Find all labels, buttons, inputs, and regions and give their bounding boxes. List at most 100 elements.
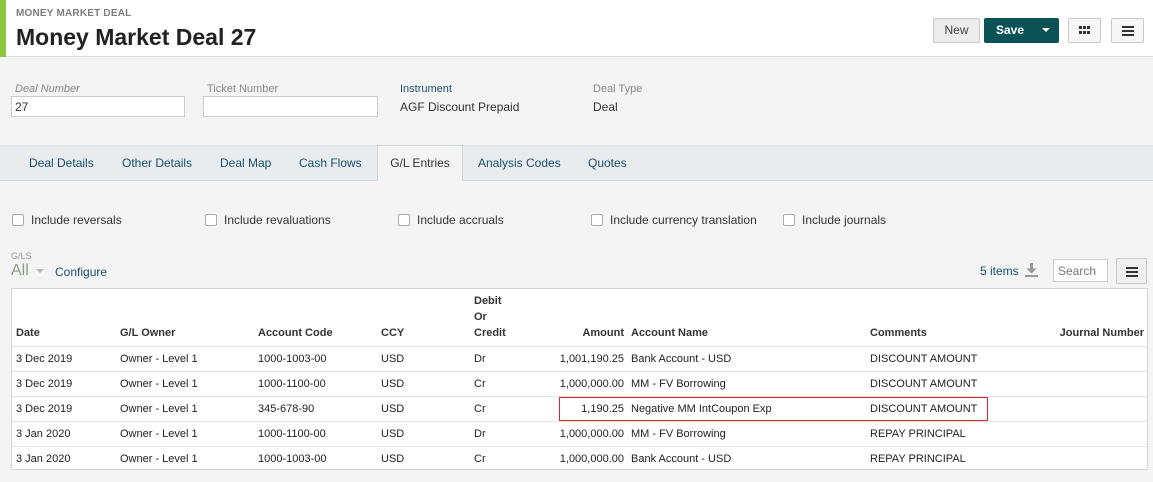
column-header-line: Credit (474, 327, 506, 339)
cell-amount: 1,000,000.00 (559, 453, 624, 465)
cell-account-name: Bank Account - USD (631, 353, 732, 365)
cell-ccy: USD (381, 353, 405, 365)
checkbox-label: Include currency translation (610, 213, 757, 227)
ticket-number-field[interactable] (203, 96, 378, 117)
hamburger-menu-icon (1122, 26, 1134, 36)
checkbox-box[interactable] (205, 214, 217, 226)
save-dropdown-caret-icon[interactable] (1042, 28, 1050, 32)
cell-amount: 1,000,000.00 (559, 428, 624, 440)
ticket-number-label: Ticket Number (207, 83, 279, 95)
gl-entries-table: Date G/L Owner Account Code CCY Debit Or… (11, 288, 1148, 470)
cell-gl-owner: Owner - Level 1 (120, 378, 198, 390)
grid-icon (1079, 26, 1090, 35)
cell-amount: 1,001,190.25 (559, 353, 624, 365)
deal-type-label: Deal Type (593, 83, 643, 95)
cell-debit-credit: Cr (474, 453, 486, 465)
list-menu-button[interactable] (1116, 258, 1147, 284)
cell-debit-credit: Cr (474, 403, 486, 415)
tab-gl-entries[interactable]: G/L Entries (377, 145, 463, 181)
save-button-label: Save (996, 23, 1025, 37)
checkbox-label: Include journals (802, 213, 887, 227)
cell-ccy: USD (381, 453, 405, 465)
checkbox-label: Include reversals (31, 213, 122, 227)
cell-date: 3 Dec 2019 (16, 353, 73, 365)
page-title: Money Market Deal 27 (16, 24, 257, 50)
cell-account-code: 1000-1100-00 (258, 428, 326, 440)
search-input[interactable] (1053, 259, 1108, 282)
checkbox-label: Include accruals (417, 213, 504, 227)
page-menu-button[interactable] (1111, 18, 1144, 43)
cell-gl-owner: Owner - Level 1 (120, 453, 198, 465)
cell-gl-owner: Owner - Level 1 (120, 428, 198, 440)
checkbox-box[interactable] (12, 214, 24, 226)
table-row[interactable]: 3 Jan 2020 Owner - Level 1 1000-1100-00 … (12, 421, 1147, 446)
cell-debit-credit: Dr (474, 428, 486, 440)
hamburger-menu-icon (1126, 267, 1138, 277)
checkbox-box[interactable] (398, 214, 410, 226)
column-header-amount[interactable]: Amount (524, 325, 624, 341)
column-header-gl-owner[interactable]: G/L Owner (120, 325, 175, 341)
column-header-account-code[interactable]: Account Code (258, 325, 333, 341)
tab-bar: Deal Details Other Details Deal Map Cash… (0, 145, 1153, 181)
cell-comments: REPAY PRINCIPAL (870, 428, 966, 440)
deal-number-label: Deal Number (15, 83, 80, 95)
instrument-value: AGF Discount Prepaid (400, 100, 520, 114)
table-row[interactable]: 3 Dec 2019 Owner - Level 1 1000-1100-00 … (12, 371, 1147, 396)
tab-deal-map[interactable]: Deal Map (220, 146, 271, 181)
checkbox-box[interactable] (783, 214, 795, 226)
cell-amount: 1,000,000.00 (559, 378, 624, 390)
cell-ccy: USD (381, 403, 405, 415)
cell-account-code: 1000-1003-00 (258, 353, 327, 365)
cell-comments: REPAY PRINCIPAL (870, 453, 966, 465)
page-kicker: MONEY MARKET DEAL (16, 8, 132, 19)
cell-date: 3 Jan 2020 (16, 453, 71, 465)
cell-debit-credit: Cr (474, 378, 486, 390)
cell-account-code: 345-678-90 (258, 403, 315, 415)
deal-number-field[interactable] (11, 96, 185, 117)
list-view-selector[interactable]: All (11, 262, 29, 280)
list-view-label: G/LS (11, 251, 32, 261)
page-header: MONEY MARKET DEAL Money Market Deal 27 N… (0, 0, 1153, 57)
checkbox-label: Include revaluations (224, 213, 331, 227)
cell-account-code: 1000-1100-00 (258, 378, 326, 390)
cell-gl-owner: Owner - Level 1 (120, 353, 198, 365)
cell-account-name: MM - FV Borrowing (631, 378, 726, 390)
deal-type-value: Deal (593, 100, 618, 114)
configure-link[interactable]: Configure (55, 265, 107, 279)
column-header-debit-or-credit[interactable]: Debit Or Credit (474, 293, 506, 341)
cell-date: 3 Jan 2020 (16, 428, 71, 440)
chevron-down-icon[interactable] (36, 269, 44, 273)
tab-deal-details[interactable]: Deal Details (29, 146, 94, 181)
grid-view-button[interactable] (1068, 18, 1101, 43)
table-row[interactable]: 3 Dec 2019 Owner - Level 1 1000-1003-00 … (12, 346, 1147, 371)
cell-date: 3 Dec 2019 (16, 403, 73, 415)
instrument-label[interactable]: Instrument (400, 83, 452, 95)
column-header-account-name[interactable]: Account Name (631, 325, 708, 341)
tab-other-details[interactable]: Other Details (122, 146, 192, 181)
column-header-line: Debit (474, 295, 502, 307)
table-row[interactable]: 3 Jan 2020 Owner - Level 1 1000-1003-00 … (12, 446, 1147, 471)
new-button[interactable]: New (933, 18, 980, 43)
checkbox-box[interactable] (591, 214, 603, 226)
tab-cash-flows[interactable]: Cash Flows (299, 146, 362, 181)
save-button[interactable]: Save (984, 18, 1059, 43)
cell-comments: DISCOUNT AMOUNT (870, 378, 978, 390)
tab-quotes[interactable]: Quotes (588, 146, 627, 181)
highlight-annotation-box (559, 397, 988, 421)
cell-account-name: MM - FV Borrowing (631, 428, 726, 440)
tab-analysis-codes[interactable]: Analysis Codes (478, 146, 561, 181)
items-count: 5 items (980, 264, 1019, 278)
cell-gl-owner: Owner - Level 1 (120, 403, 198, 415)
cell-comments: DISCOUNT AMOUNT (870, 353, 978, 365)
cell-ccy: USD (381, 378, 405, 390)
cell-account-name: Bank Account - USD (631, 453, 732, 465)
column-header-line: Or (474, 311, 487, 323)
download-icon[interactable] (1025, 263, 1038, 277)
cell-debit-credit: Dr (474, 353, 486, 365)
column-header-comments[interactable]: Comments (870, 325, 927, 341)
cell-account-code: 1000-1003-00 (258, 453, 327, 465)
column-header-journal-number[interactable]: Journal Number (1012, 325, 1144, 341)
column-header-date[interactable]: Date (16, 325, 40, 341)
column-header-ccy[interactable]: CCY (381, 325, 404, 341)
cell-ccy: USD (381, 428, 405, 440)
